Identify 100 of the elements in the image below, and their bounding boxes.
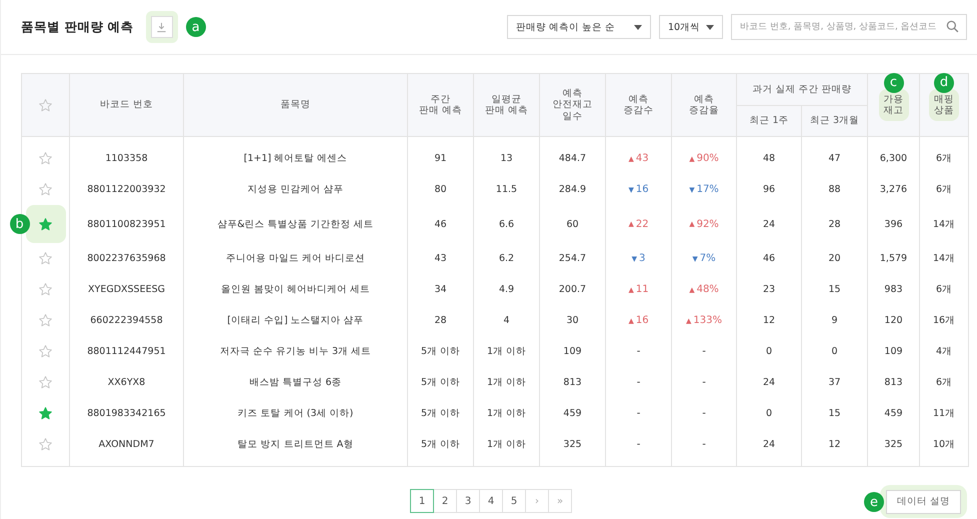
page-button[interactable]: 4 <box>479 489 503 514</box>
change-value: 3 <box>639 253 646 264</box>
table-cell: 24 <box>762 218 776 230</box>
table-cell: 8002237635968 <box>87 253 166 264</box>
change-value: - <box>636 408 640 419</box>
table-cell: 660222394558 <box>90 315 163 326</box>
table-cell: 5개 이하 <box>420 439 460 450</box>
table-cell: 6,300 <box>880 153 908 164</box>
table-cell: 254.7 <box>558 253 586 264</box>
callout-badge: b <box>10 214 30 234</box>
table-cell: 459 <box>884 408 903 419</box>
column-header: 예측 증감수 <box>624 94 654 116</box>
change-value: 22 <box>636 218 649 230</box>
table-cell: 올인원 봄맞이 헤어바디케어 세트 <box>220 284 370 295</box>
column-header: 일평균 판매 예측 <box>484 94 528 116</box>
callout-badge: a <box>186 17 206 37</box>
star-outline-icon[interactable] <box>38 151 53 166</box>
page-button[interactable]: 1 <box>410 489 434 514</box>
change-value: 133% <box>693 315 722 326</box>
filled-star-icon[interactable] <box>38 406 53 421</box>
table-cell: 1개 이하 <box>486 439 526 450</box>
change-value: 92% <box>696 218 719 230</box>
download-icon <box>156 22 168 32</box>
table-cell: 46 <box>434 218 447 230</box>
table-cell: 5개 이하 <box>420 346 460 357</box>
column-header: 주간 판매 예측 <box>418 94 462 116</box>
page-button[interactable]: 5 <box>502 489 526 514</box>
page-button[interactable]: 2 <box>433 489 457 514</box>
table-cell: 47 <box>828 153 841 164</box>
star-outline-icon[interactable] <box>38 313 53 328</box>
sort-dropdown[interactable]: 판매량 예측이 높은 순 <box>507 15 651 39</box>
star-outline-icon[interactable] <box>38 375 53 390</box>
table-cell: 12 <box>828 439 841 450</box>
download-button[interactable] <box>150 16 173 38</box>
caret-icon <box>634 24 642 30</box>
table-cell: 200.7 <box>558 284 586 295</box>
table-cell: 813 <box>884 377 903 388</box>
column-header: 과거 실제 주간 판매량 <box>752 84 852 95</box>
table-cell: 8801112447951 <box>87 346 166 357</box>
star-outline-icon[interactable] <box>38 182 53 197</box>
caret-icon <box>706 24 714 30</box>
table-cell: 24 <box>762 377 776 388</box>
column-header: 예측 증감율 <box>689 94 719 116</box>
star-outline-icon[interactable] <box>38 437 53 452</box>
table-cell: 60 <box>566 218 579 230</box>
search-field[interactable]: 바코드 번호, 품목명, 상품명, 상품코드, 옵션코드 <box>731 14 967 40</box>
table-cell: 9 <box>831 315 838 326</box>
table-cell: 120 <box>884 315 903 326</box>
change-value: 90% <box>696 153 719 164</box>
column-header: 품목명 <box>280 99 310 111</box>
table-cell: 6개 <box>936 377 952 388</box>
table-cell: 11.5 <box>496 184 518 195</box>
table-cell: 10개 <box>932 439 956 450</box>
table-cell: 6개 <box>936 284 952 295</box>
table-cell: 34 <box>434 284 447 295</box>
table-cell: 109 <box>884 346 903 357</box>
table-cell: 15 <box>828 408 841 419</box>
column-header: 최근 3개월 <box>810 115 860 126</box>
star-outline-icon[interactable] <box>38 98 53 112</box>
table-cell: 6.6 <box>498 218 514 230</box>
change-value: - <box>636 377 640 388</box>
table-cell: 484.7 <box>558 153 586 164</box>
table-cell: 325 <box>884 439 903 450</box>
star-outline-icon[interactable] <box>38 251 53 266</box>
filled-star-icon[interactable] <box>38 216 53 232</box>
page-size-dropdown[interactable]: 10개씩 <box>659 15 723 39</box>
change-value: 48% <box>696 284 719 296</box>
change-value: - <box>636 346 640 357</box>
table-cell: 91 <box>434 153 447 164</box>
search-icon[interactable] <box>946 20 959 33</box>
table-cell: [1+1] 헤어토탈 에센스 <box>244 153 348 164</box>
table-cell: 1103358 <box>105 153 148 164</box>
table-cell: 저자극 순수 유기농 비누 3개 세트 <box>220 346 372 357</box>
table-cell: 8801122003932 <box>87 184 166 195</box>
table-cell: 4개 <box>936 346 952 357</box>
star-outline-icon[interactable] <box>38 282 53 297</box>
table-cell: 96 <box>762 184 776 195</box>
star-outline-icon[interactable] <box>38 344 53 359</box>
data-description-button[interactable]: 데이터 설명 <box>886 490 961 514</box>
callout-badge: c <box>884 72 904 93</box>
table-cell: XYEGDXSSEESG <box>88 284 165 295</box>
table-cell: 12 <box>762 315 776 326</box>
table-cell: 28 <box>828 218 841 230</box>
table-cell: 0 <box>831 346 838 357</box>
table-cell: 1개 이하 <box>486 377 526 388</box>
page-button[interactable]: 3 <box>456 489 480 514</box>
table-cell: 16개 <box>932 315 956 326</box>
table-cell: 30 <box>566 315 579 326</box>
column-header: 매핑 상품 <box>934 94 954 116</box>
change-value: 16 <box>636 184 649 196</box>
table-cell: 배스밤 특별구성 6종 <box>249 377 342 388</box>
change-value: 7% <box>700 253 716 264</box>
table-cell: 80 <box>434 184 447 195</box>
table-cell: 지성용 민감케어 샴푸 <box>247 184 344 195</box>
change-value: - <box>702 408 706 419</box>
table-cell: AXONNDM7 <box>98 439 154 450</box>
table-cell: 15 <box>828 284 841 295</box>
change-value: 17% <box>696 184 719 196</box>
table-cell: 5개 이하 <box>420 408 460 419</box>
table-cell: 20 <box>828 253 841 264</box>
